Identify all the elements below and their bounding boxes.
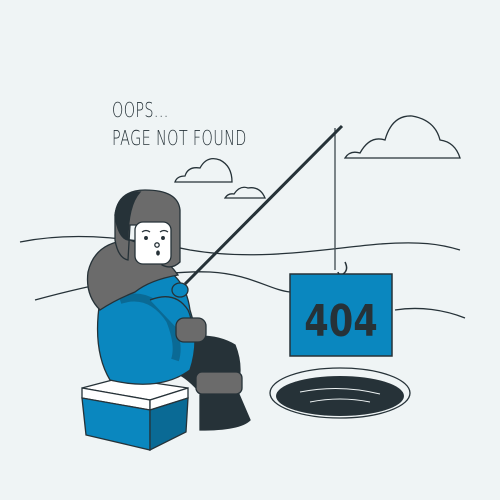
head (114, 189, 181, 268)
clouds (174, 115, 461, 199)
ice-fishing-illustration: 404 (19, 115, 466, 452)
hills (19, 235, 466, 319)
error-code: 404 (304, 296, 377, 347)
ice-hole (269, 367, 411, 419)
glove (171, 282, 189, 298)
seat-box (81, 377, 189, 452)
fishing-rod (183, 124, 344, 286)
404-sign: 404 (289, 273, 393, 357)
hook-icon (337, 261, 348, 276)
